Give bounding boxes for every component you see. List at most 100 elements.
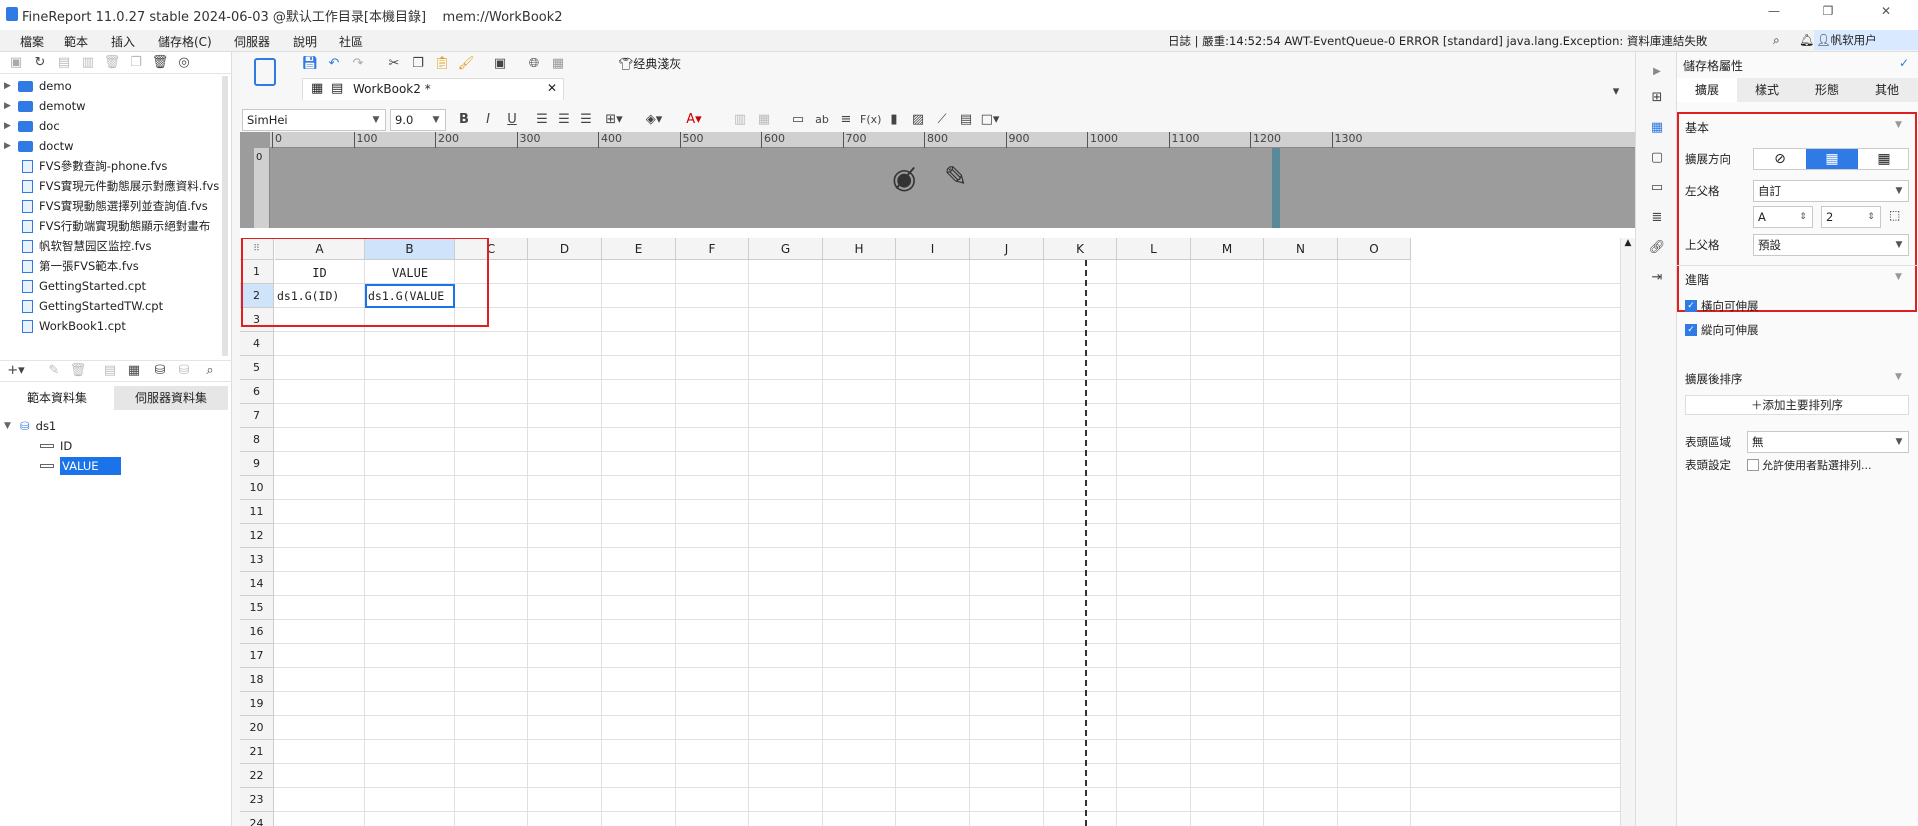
row-header-19[interactable]: 19 — [240, 692, 274, 716]
row-header-12[interactable]: 12 — [240, 524, 274, 548]
tree-folder[interactable]: ▶ doctw — [4, 136, 74, 156]
tab-server-dataset[interactable]: 伺服器資料集 — [114, 386, 228, 410]
cut-icon[interactable]: ✂ — [384, 54, 404, 74]
vertical-expand-icon[interactable]: ▦ — [1806, 149, 1858, 169]
border-icon[interactable]: ⊞▾ — [604, 110, 624, 130]
tree-file[interactable]: GettingStartedTW.cpt — [22, 296, 163, 316]
menu-help[interactable]: 說明 — [293, 33, 317, 50]
font-select[interactable]: SimHei ▼ — [242, 109, 386, 131]
expand-arrow-icon[interactable]: ▶ — [4, 101, 18, 111]
font-color-icon[interactable]: A▾ — [684, 110, 704, 130]
section-sort[interactable]: 擴展後排序 — [1685, 371, 1743, 387]
row-header-14[interactable]: 14 — [240, 572, 274, 596]
row-header-22[interactable]: 22 — [240, 764, 274, 788]
preview-icon[interactable]: ▣ — [490, 54, 510, 74]
row-header-13[interactable]: 13 — [240, 548, 274, 572]
tree-file[interactable]: 帆软智慧园区监控.fvs — [22, 236, 152, 256]
rename-icon[interactable]: ▤ — [54, 53, 74, 73]
table-icon[interactable]: ▦ — [124, 361, 144, 381]
tree-file[interactable]: FVS實現元件動態展示對應資料.fvs — [22, 176, 219, 196]
column-header-E[interactable]: E — [602, 238, 676, 260]
column-header-O[interactable]: O — [1338, 238, 1411, 260]
copy-icon[interactable]: ❐ — [408, 54, 428, 74]
row-header-5[interactable]: 5 — [240, 356, 274, 380]
database-add-icon[interactable]: ⛁ — [174, 361, 194, 381]
splitter[interactable] — [232, 52, 240, 826]
column-header-L[interactable]: L — [1117, 238, 1191, 260]
vertical-stretch-row[interactable]: ✓ 縱向可伸展 — [1685, 322, 1759, 338]
checkbox-icon[interactable] — [1747, 459, 1759, 471]
cell-picker-icon[interactable]: ⬚ — [1889, 208, 1900, 222]
hide-icon[interactable]: ◉̸ — [892, 162, 916, 195]
expand-arrow-icon[interactable]: ▶ — [4, 81, 18, 91]
left-col-spinner[interactable]: A ⇕ — [1753, 206, 1813, 228]
section-advanced[interactable]: 進階 — [1685, 271, 1709, 288]
menu-community[interactable]: 社區 — [339, 33, 363, 50]
horizontal-expand-icon[interactable]: ▦ — [1858, 149, 1910, 169]
column-header-F[interactable]: F — [676, 238, 749, 260]
column-header-G[interactable]: G — [749, 238, 823, 260]
merge-icon[interactable]: ▥ — [730, 110, 750, 130]
font-size-select[interactable]: 9.0 ▼ — [390, 109, 446, 131]
no-expand-icon[interactable]: ⊘ — [1754, 149, 1806, 169]
menu-server[interactable]: 伺服器 — [234, 33, 270, 50]
sheet-scrollbar-vertical[interactable]: ▲ — [1620, 238, 1635, 826]
field-item-selected[interactable]: VALUE — [40, 456, 121, 476]
search-icon[interactable]: ⌕ — [1773, 33, 1780, 48]
tree-folder[interactable]: ▶ doc — [4, 116, 60, 136]
cell-element-icon[interactable]: ▢ — [1647, 148, 1667, 168]
image-insert-icon[interactable]: ▨ — [908, 110, 928, 130]
hyperlink-icon[interactable]: 🔗︎ — [1647, 238, 1667, 258]
import-icon[interactable]: ⇥ — [1647, 268, 1667, 288]
column-header-D[interactable]: D — [528, 238, 602, 260]
tree-file[interactable]: FVS行動端實現動態顯示絕對畫布 — [22, 216, 210, 236]
chart-icon[interactable]: ▮ — [884, 110, 904, 130]
bold-icon[interactable]: B — [454, 110, 474, 130]
italic-icon[interactable]: I — [478, 110, 498, 130]
collapse-arrow-icon[interactable]: ▼ — [4, 421, 20, 431]
align-left-icon[interactable]: ☰ — [532, 110, 552, 130]
preview-icon[interactable]: ▤ — [100, 361, 120, 381]
tab-menu-icon[interactable]: ▾ — [1606, 82, 1626, 102]
underline-icon[interactable]: U — [502, 110, 522, 130]
row-header-9[interactable]: 9 — [240, 452, 274, 476]
tab-other[interactable]: 其他 — [1857, 78, 1917, 102]
column-header-M[interactable]: M — [1191, 238, 1264, 260]
template-settings-icon[interactable]: ⊞ — [1647, 88, 1667, 108]
row-header-11[interactable]: 11 — [240, 500, 274, 524]
restore-button[interactable]: ❐ — [1816, 4, 1840, 24]
row-header-17[interactable]: 17 — [240, 644, 274, 668]
new-folder-icon[interactable]: ▣ — [6, 53, 26, 73]
column-header-N[interactable]: N — [1264, 238, 1338, 260]
edit-pencil-icon[interactable]: ✎ — [944, 160, 967, 193]
menu-insert[interactable]: 插入 — [111, 33, 135, 50]
upper-parent-select[interactable]: 預設 ▼ — [1753, 234, 1909, 256]
align-right-icon[interactable]: ☰ — [576, 110, 596, 130]
chevron-down-icon[interactable]: ▼ — [1895, 272, 1902, 282]
left-parent-select[interactable]: 自訂 ▼ — [1753, 180, 1909, 202]
menu-file[interactable]: 檔案 — [20, 33, 44, 50]
column-header-H[interactable]: H — [823, 238, 896, 260]
locate-icon[interactable]: ◎ — [174, 53, 194, 73]
column-header-K[interactable]: K — [1044, 238, 1117, 260]
database-icon[interactable]: ⛁ — [150, 361, 170, 381]
left-row-spinner[interactable]: 2 ⇕ — [1821, 206, 1881, 228]
row-header-24[interactable]: 24 — [240, 812, 274, 826]
fill-color-icon[interactable]: ◈▾ — [644, 110, 664, 130]
row-header-16[interactable]: 16 — [240, 620, 274, 644]
log-message[interactable]: 日誌 | 嚴重:14:52:54 AWT-EventQueue-0 ERROR … — [1168, 33, 1707, 49]
row-header-23[interactable]: 23 — [240, 788, 274, 812]
move-icon[interactable]: ▥ — [78, 53, 98, 73]
tree-file[interactable]: FVS實現動態選擇列並查詢值.fvs — [22, 196, 208, 216]
tree-folder[interactable]: ▶ demo — [4, 76, 72, 96]
row-header-10[interactable]: 10 — [240, 476, 274, 500]
tab-template-dataset[interactable]: 範本資料集 — [0, 386, 114, 410]
align-center-icon[interactable]: ☰ — [554, 110, 574, 130]
trash-icon[interactable]: 🗑︎ — [150, 53, 170, 73]
dataset-node[interactable]: ▼ ⛁ ds1 — [4, 416, 56, 436]
row-header-21[interactable]: 21 — [240, 740, 274, 764]
insert-row-icon[interactable]: ▭ — [788, 110, 808, 130]
field-item[interactable]: ID — [40, 436, 72, 456]
redo-icon[interactable]: ↷ — [348, 54, 368, 74]
expand-arrow-icon[interactable]: ▶ — [4, 141, 18, 151]
